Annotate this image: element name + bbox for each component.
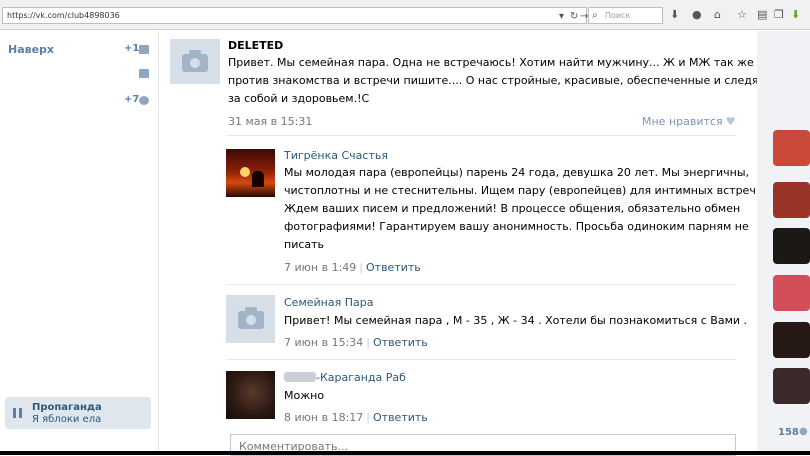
sun-shape <box>240 167 250 177</box>
comment-date[interactable]: 7 июн в 1:49 <box>284 261 356 274</box>
user-thumbnail[interactable] <box>773 322 810 358</box>
comment-meta: 7 июн в 1:49 | Ответить <box>284 261 421 274</box>
download-icon[interactable]: ⬇ <box>670 9 679 21</box>
chat-icon[interactable]: ● <box>692 9 702 21</box>
separator: | <box>366 336 370 349</box>
home-icon[interactable]: ⌂ <box>714 9 721 21</box>
comment-text: Можно <box>284 387 324 405</box>
comment-avatar[interactable] <box>226 371 275 419</box>
post-avatar[interactable] <box>170 39 220 84</box>
divider <box>226 135 736 136</box>
heart-icon: ♥ <box>725 115 736 128</box>
user-thumbnail[interactable] <box>773 275 810 311</box>
wall-post: DELETED Привет. Мы семейная пара. Одна н… <box>160 31 783 456</box>
pause-icon[interactable] <box>13 408 22 418</box>
bookmark-star-icon[interactable]: ☆ <box>737 9 747 21</box>
comment-text: Мы молодая пара (европейцы) парень 24 го… <box>284 164 759 254</box>
reply-button[interactable]: Ответить <box>373 411 428 424</box>
like-button[interactable]: Мне нравится ♥ <box>642 115 735 128</box>
comment-line: Можно <box>284 389 325 402</box>
reload-icon[interactable]: ↻ <box>570 9 578 24</box>
comment-meta: 7 июн в 15:34 | Ответить <box>284 336 428 349</box>
notifications-count[interactable]: +7 <box>124 94 139 105</box>
separator: | <box>366 411 370 424</box>
messages-count[interactable]: +1 <box>124 43 139 54</box>
divider <box>226 284 736 285</box>
comment-line: писать <box>284 238 325 251</box>
track-artist: Я яблоки ела <box>32 414 102 425</box>
user-thumbnail[interactable] <box>773 182 810 218</box>
comment-line: чистоплотны и не стеснительны. Ищем пару… <box>284 184 760 197</box>
like-label: Мне нравится <box>642 115 723 128</box>
comment-line: Привет! Мы семейная пара , М - 35 , Ж - … <box>284 314 748 327</box>
track-title: Пропаганда <box>32 402 102 413</box>
search-placeholder: Поиск <box>605 11 631 20</box>
mail-icon[interactable] <box>139 45 149 54</box>
comment-date[interactable]: 7 июн в 15:34 <box>284 336 363 349</box>
post-line: Привет. Мы семейная пара. Одна не встреч… <box>228 56 772 69</box>
left-sidebar: Наверх +1 +7 Пропаганда Я яблоки ела <box>0 31 159 455</box>
back-to-top-link[interactable]: Наверх <box>8 43 54 56</box>
blurred-name <box>284 372 316 382</box>
silhouette-shape <box>252 171 264 187</box>
comment-line: фотографиями! Гарантируем вашу анонимнос… <box>284 220 749 233</box>
right-sidebar: 158 ● <box>757 31 810 455</box>
reader-icon[interactable]: ▤ <box>757 9 767 21</box>
comment-line: Ждем ваших писем и предложений! В процес… <box>284 202 741 215</box>
dropdown-icon[interactable]: ▾ <box>559 9 564 24</box>
reply-button[interactable]: Ответить <box>373 336 428 349</box>
browser-toolbar: https://vk.com/club4898036 ▾ ↻ → ⌕ Поиск… <box>0 0 810 30</box>
audio-player[interactable]: Пропаганда Я яблоки ела <box>5 397 151 429</box>
post-line: за собой и здоровьем.!С <box>228 92 370 105</box>
user-thumbnail[interactable] <box>773 368 810 404</box>
post-text: Привет. Мы семейная пара. Одна не встреч… <box>228 54 783 108</box>
comment-author-text: -Караганда Раб <box>316 371 406 384</box>
screen-bottom-edge <box>0 451 810 455</box>
url-text: https://vk.com/club4898036 <box>7 11 120 20</box>
user-thumbnail[interactable] <box>773 228 810 264</box>
addon-download-icon[interactable]: ⬇ <box>791 9 800 21</box>
reply-button[interactable]: Ответить <box>366 261 421 274</box>
camera-icon <box>237 307 264 329</box>
camera-icon <box>182 49 208 72</box>
gear-icon[interactable] <box>139 96 149 105</box>
comment-text: Привет! Мы семейная пара , М - 35 , Ж - … <box>284 312 747 330</box>
search-icon: ⌕ <box>592 10 598 21</box>
divider <box>226 359 736 360</box>
comment-avatar[interactable] <box>226 149 275 197</box>
comment-line: Мы молодая пара (европейцы) парень 24 го… <box>284 166 750 179</box>
comment-icon[interactable] <box>139 69 149 78</box>
post-date[interactable]: 31 мая в 15:31 <box>228 115 312 128</box>
url-bar[interactable]: https://vk.com/club4898036 ▾ ↻ → <box>2 7 588 24</box>
user-thumbnail[interactable] <box>773 130 810 166</box>
comment-author[interactable]: -Караганда Раб <box>284 371 406 384</box>
members-count[interactable]: 158 <box>778 427 799 438</box>
comment-author[interactable]: Семейная Пара <box>284 296 373 309</box>
comment-date[interactable]: 8 июн в 18:17 <box>284 411 363 424</box>
person-icon: ● <box>799 426 808 437</box>
post-line: против знакомства и встречи пишите.... О… <box>228 74 783 87</box>
post-author: DELETED <box>228 39 284 52</box>
comment-avatar[interactable] <box>226 295 275 343</box>
search-input[interactable]: ⌕ Поиск <box>588 7 663 24</box>
comment-meta: 8 июн в 18:17 | Ответить <box>284 411 428 424</box>
copy-icon[interactable]: ❐ <box>774 9 784 21</box>
comment-author[interactable]: Тигрёнка Счастья <box>284 149 388 162</box>
separator: | <box>359 261 363 274</box>
